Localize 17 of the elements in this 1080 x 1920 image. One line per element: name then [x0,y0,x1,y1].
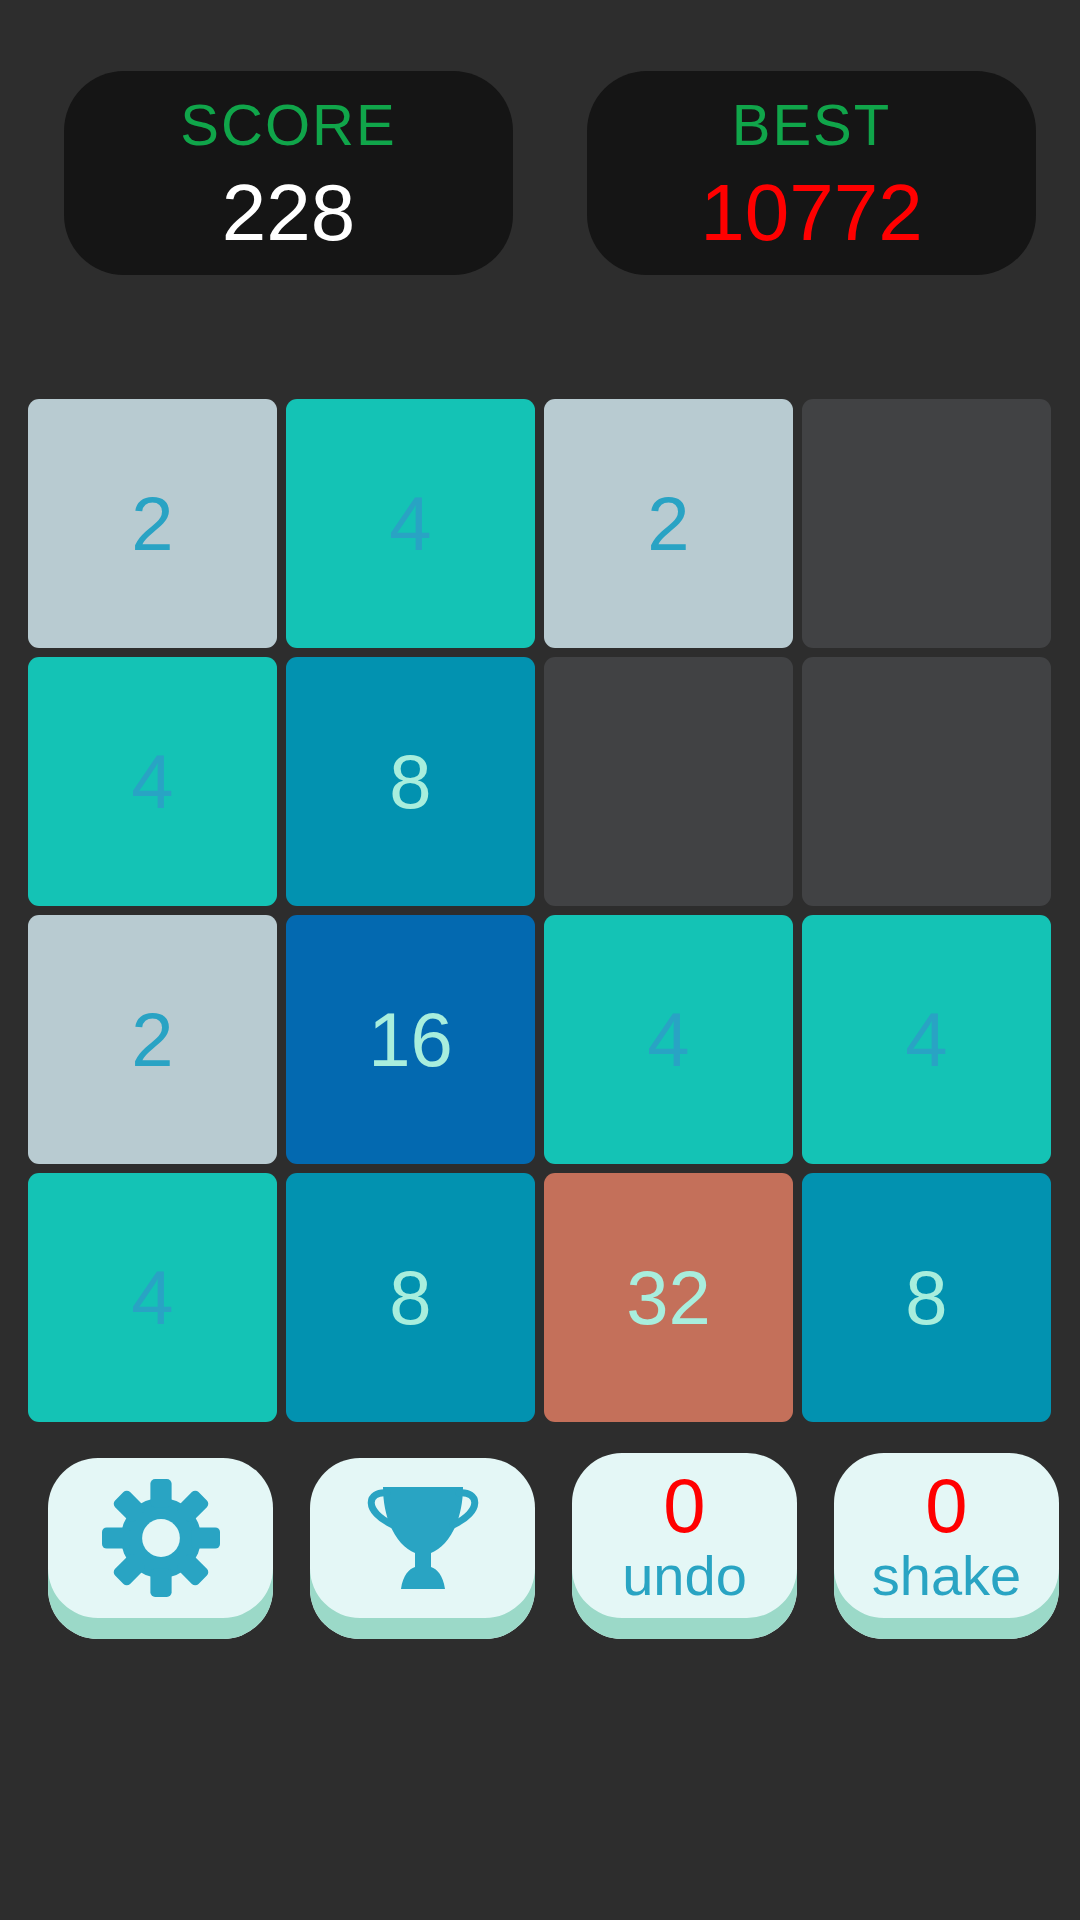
number-tile: 2 [28,399,277,648]
score-value: 228 [221,167,356,259]
number-tile: 32 [544,1173,793,1422]
counter-button[interactable]: 0 shake [834,1453,1059,1639]
score-label: BEST [731,91,892,159]
number-tile: 2 [544,399,793,648]
number-tile: 8 [286,1173,535,1422]
settings-button[interactable] [48,1458,273,1639]
number-tile: 8 [802,1173,1051,1422]
number-tile: 16 [286,915,535,1164]
gear-icon [101,1479,220,1597]
trophy-button[interactable] [310,1458,535,1639]
score-value: 10772 [700,167,923,259]
number-tile: 2 [28,915,277,1164]
counter-button[interactable]: 0 undo [572,1453,797,1639]
number-tile: 8 [286,657,535,906]
score-label: SCORE [180,91,397,159]
